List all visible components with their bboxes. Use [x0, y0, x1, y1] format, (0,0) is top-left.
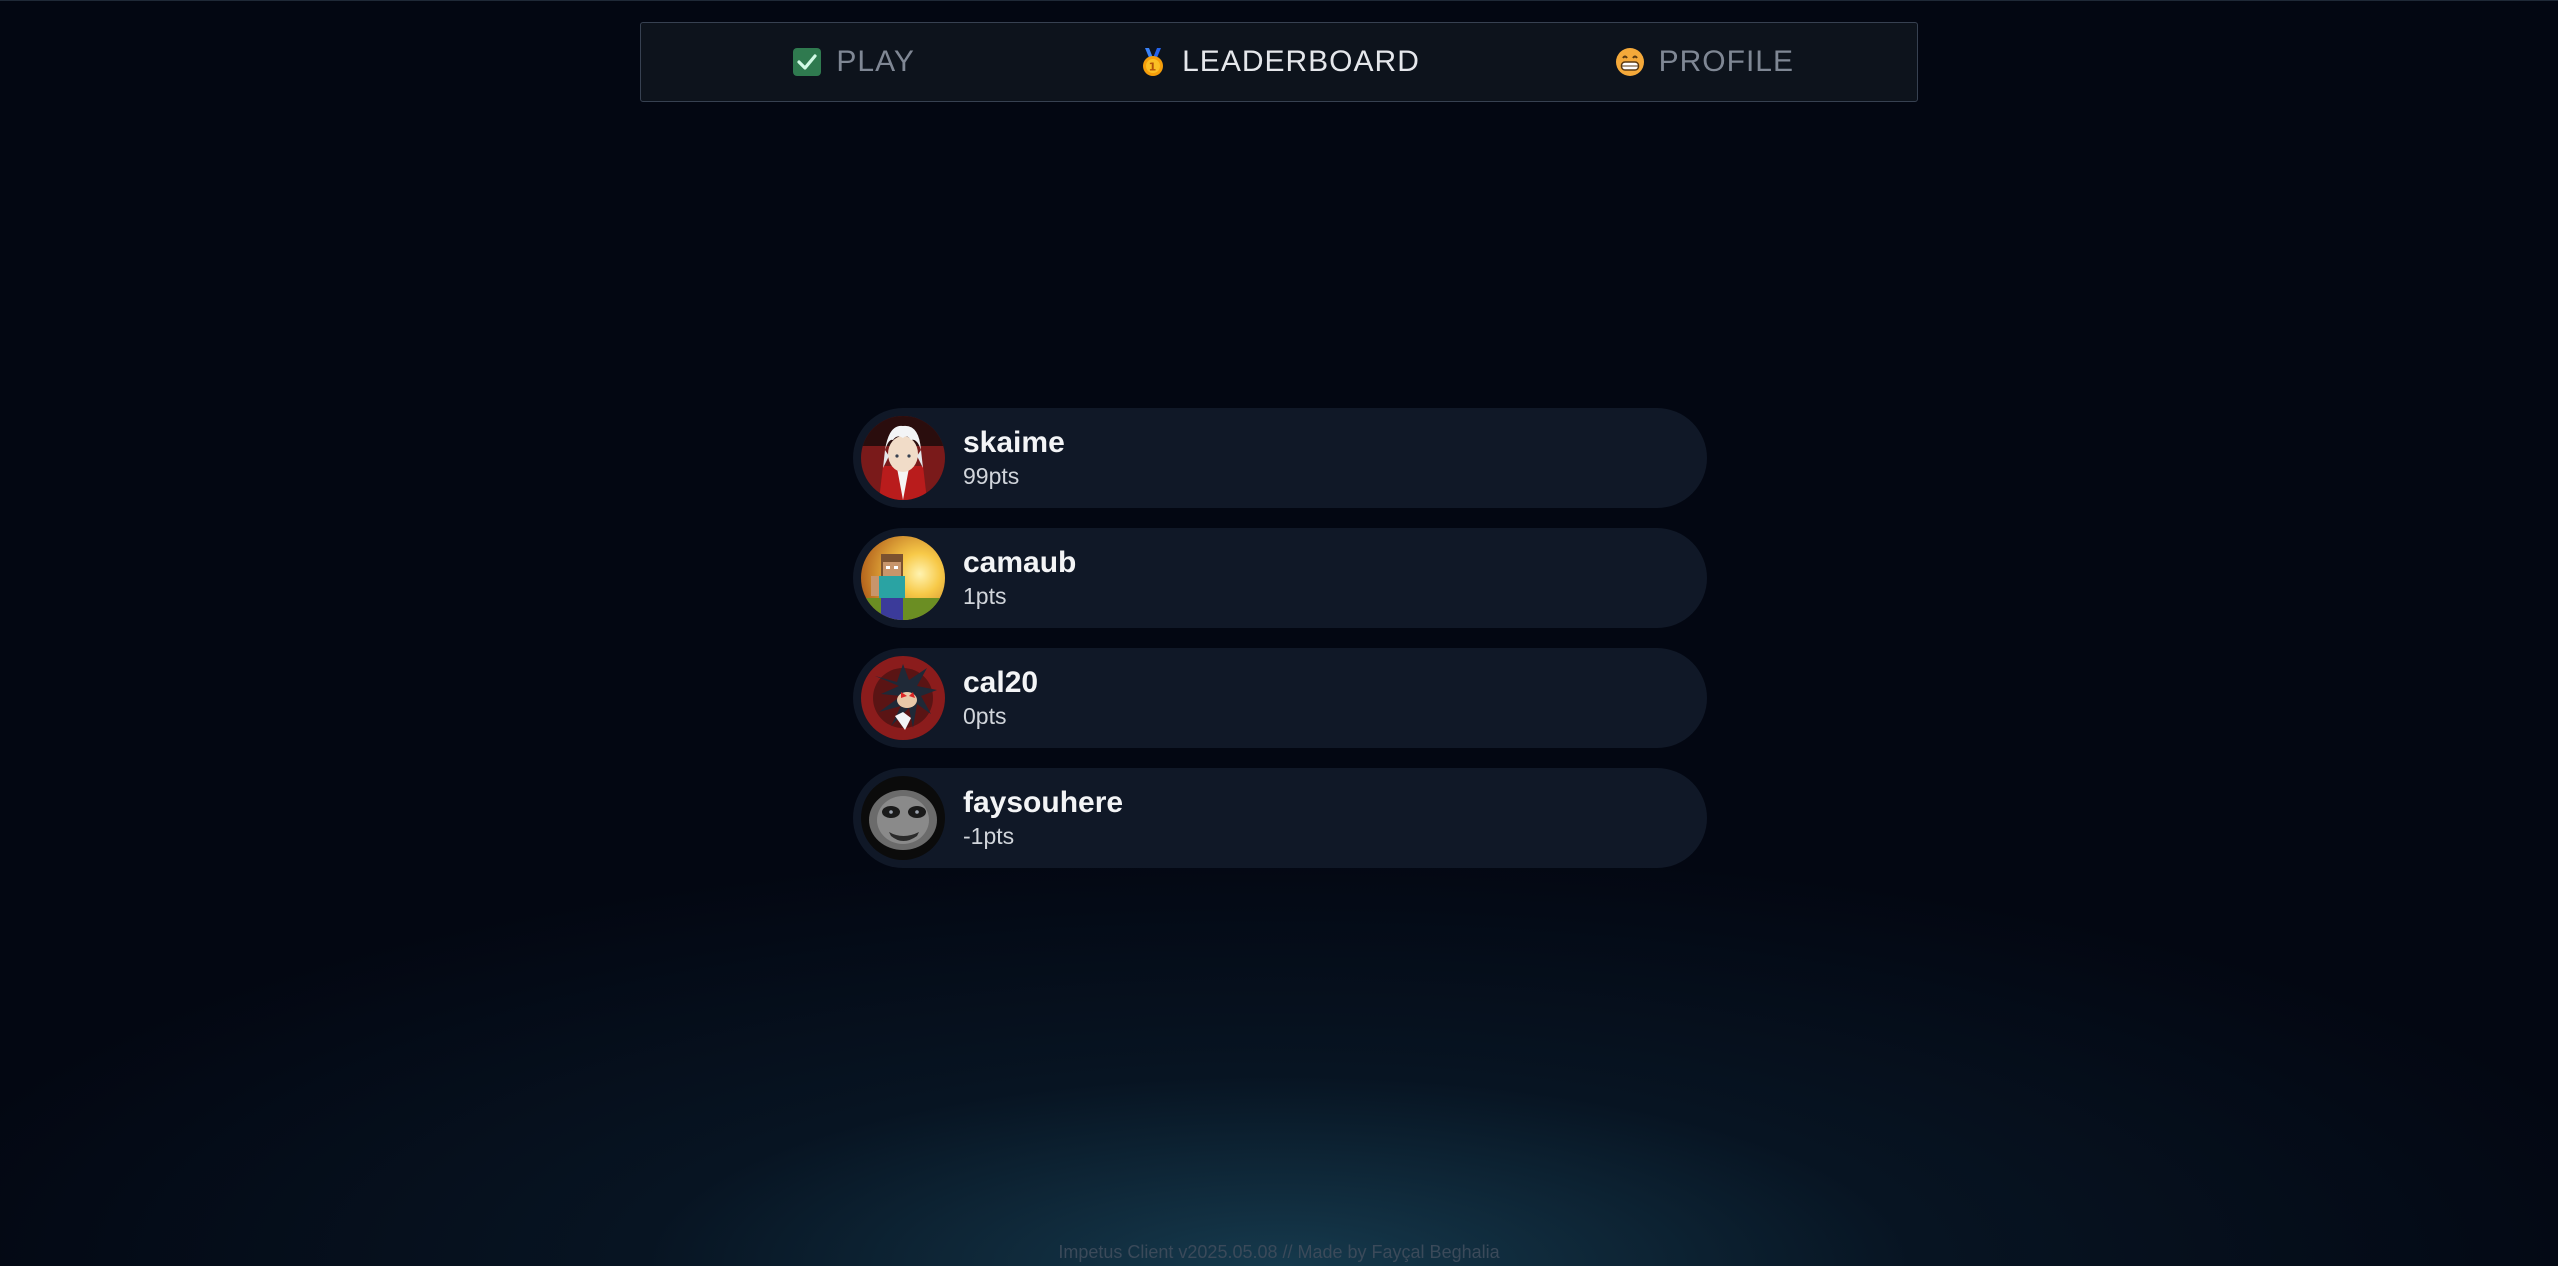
- username: faysouhere: [963, 786, 1124, 819]
- check-icon: [792, 47, 822, 77]
- tab-play-label: PLAY: [836, 45, 915, 78]
- grin-face-icon: [1615, 47, 1645, 77]
- tab-leaderboard[interactable]: 1 LEADERBOARD: [1066, 23, 1491, 101]
- points: -1pts: [963, 823, 1015, 849]
- leaderboard-row[interactable]: cal20 0pts: [853, 648, 1707, 748]
- username: camaub: [963, 546, 1077, 579]
- top-border: [0, 0, 2558, 1]
- points: 1pts: [963, 583, 1007, 609]
- leaderboard-row[interactable]: camaub 1pts: [853, 528, 1707, 628]
- avatar: [861, 776, 945, 860]
- leaderboard-list: skaime 99pts camaub 1pts cal20 0pts fays…: [853, 408, 1707, 888]
- leaderboard-row[interactable]: faysouhere -1pts: [853, 768, 1707, 868]
- tab-leaderboard-label: LEADERBOARD: [1182, 45, 1420, 78]
- main-navigation: PLAY 1 LEADERBOARD PROFILE: [640, 22, 1918, 102]
- username: skaime: [963, 426, 1065, 459]
- tab-play[interactable]: PLAY: [641, 23, 1066, 101]
- points: 99pts: [963, 463, 1020, 489]
- avatar: [861, 416, 945, 500]
- avatar: [861, 536, 945, 620]
- avatar: [861, 656, 945, 740]
- username: cal20: [963, 666, 1039, 699]
- svg-text:1: 1: [1149, 61, 1158, 74]
- footer-credit: Impetus Client v2025.05.08 // Made by Fa…: [1058, 1242, 1500, 1262]
- leaderboard-row[interactable]: skaime 99pts: [853, 408, 1707, 508]
- tab-profile[interactable]: PROFILE: [1492, 23, 1917, 101]
- medal-icon: 1: [1138, 47, 1168, 77]
- tab-profile-label: PROFILE: [1658, 45, 1794, 78]
- points: 0pts: [963, 703, 1007, 729]
